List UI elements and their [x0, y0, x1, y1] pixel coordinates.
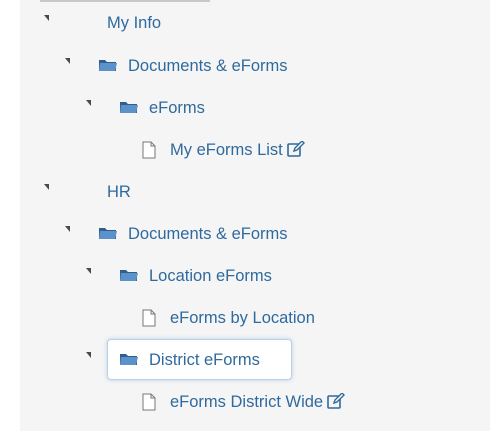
tree-node-eforms[interactable]: eForms: [0, 89, 490, 127]
tree-node-label[interactable]: Documents & eForms: [128, 215, 288, 253]
tree-node-label-wrap: My eForms List: [170, 131, 305, 169]
tree-node-label[interactable]: Documents & eForms: [128, 47, 288, 85]
tree-node-documents-eforms[interactable]: Documents & eForms: [0, 47, 490, 85]
document-icon: [142, 393, 156, 411]
folder-open-icon: [120, 102, 138, 113]
edit-icon[interactable]: [327, 393, 346, 410]
expand-triangle-icon[interactable]: [65, 226, 70, 232]
expand-triangle-icon[interactable]: [65, 58, 70, 64]
tree-node-label[interactable]: eForms: [149, 89, 205, 127]
folder-open-icon: [99, 228, 117, 239]
tree-node-location-eforms[interactable]: Location eForms: [0, 257, 490, 295]
expand-triangle-icon[interactable]: [44, 184, 49, 190]
tree-node-label[interactable]: Location eForms: [149, 257, 272, 295]
document-icon: [142, 141, 156, 159]
expand-triangle-icon[interactable]: [86, 268, 91, 274]
tree-node-label[interactable]: eForms by Location: [170, 299, 315, 337]
tree-node-label-wrap: eForms District Wide: [170, 383, 346, 421]
tree-node-hr[interactable]: HR: [0, 173, 490, 211]
document-icon: [142, 309, 156, 327]
expand-triangle-icon[interactable]: [44, 15, 49, 21]
folder-open-icon: [99, 60, 117, 71]
tree-node-label[interactable]: My Info: [107, 4, 161, 42]
edit-icon[interactable]: [286, 141, 305, 158]
tree-node-label[interactable]: eForms District Wide: [170, 393, 323, 411]
expand-triangle-icon[interactable]: [86, 352, 91, 358]
expand-triangle-icon[interactable]: [86, 100, 91, 106]
tree-node-label[interactable]: HR: [107, 173, 131, 211]
tree-node-hr-documents-eforms[interactable]: Documents & eForms: [0, 215, 490, 253]
tree-node-district-eforms[interactable]: District eForms: [0, 341, 490, 379]
folder-open-icon: [120, 354, 138, 365]
tree-node-eforms-district-wide[interactable]: eForms District Wide: [0, 383, 490, 421]
folder-open-icon: [120, 270, 138, 281]
tree-node-label[interactable]: District eForms: [149, 341, 260, 379]
top-divider: [40, 0, 210, 2]
tree-node-label[interactable]: My eForms List: [170, 141, 283, 159]
tree-node-my-eforms-list[interactable]: My eForms List: [0, 131, 490, 169]
tree-node-eforms-by-location[interactable]: eForms by Location: [0, 299, 490, 337]
tree-node-my-info[interactable]: My Info: [0, 4, 490, 42]
